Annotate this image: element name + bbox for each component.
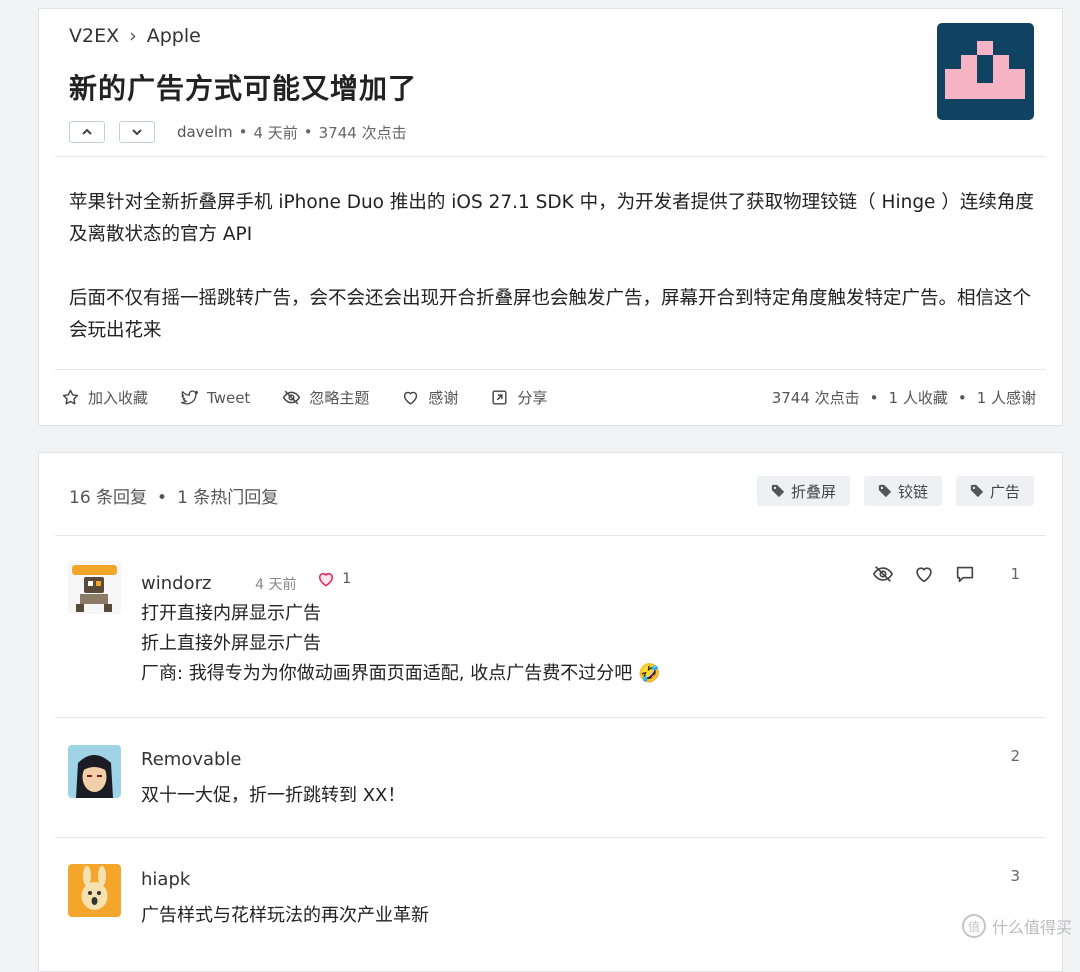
breadcrumb: V2EX › Apple [69,25,201,47]
hot-reply-count: 1 条热门回复 [177,488,279,508]
like-count: 1 [342,571,352,587]
reply-content: 打开直接内屏显示广告 折上直接外屏显示广告 厂商: 我得专为为你做动画界面页面适… [141,599,660,689]
breadcrumb-site-link[interactable]: V2EX [69,25,119,47]
reply-like-count: 1 [316,569,351,589]
topic-author-link[interactable]: davelm [177,123,233,141]
reply-line: 折上直接外屏显示广告 [141,633,321,654]
tweet-label: Tweet [207,388,251,407]
crown-logo-icon [945,41,1025,99]
smzdm-logo-icon: 值 [961,914,986,938]
tag-icon [970,484,984,498]
topic-stats: 3744 次点击 • 1 人收藏 • 1 人感谢 [771,389,1036,407]
topic-box: V2EX › Apple 新的广告方式可能又增加了 davelm • 4 天前 • … [38,8,1063,426]
tag-ads[interactable]: 广告 [955,476,1034,506]
topic-actions: 加入收藏 Tweet 忽略主题 感谢 分享 3744 次点击 • 1 人收藏 • 1 人… [61,387,1036,408]
favorite-button[interactable]: 加入收藏 [61,387,148,408]
tag-icon [771,484,785,498]
chevron-down-icon [132,129,142,136]
star-icon [62,389,79,405]
eye-slash-icon [283,390,301,405]
ignore-topic-button[interactable]: 忽略主题 [282,387,369,408]
tag-icon [878,484,892,498]
topic-title: 新的广告方式可能又增加了 [69,72,418,105]
heart-icon [404,391,418,405]
downvote-button[interactable] [119,121,155,143]
tag-foldable[interactable]: 折叠屏 [756,476,850,506]
reply-time: 4 天前 [255,577,297,593]
reply-line: 厂商: 我得专为为你做动画界面页面适配, 收点广告费不过分吧 🤣 [141,663,661,684]
topic-clicks: 3744 次点击 [318,123,407,142]
heart-filled-icon [319,573,334,587]
meta-dot: • [238,123,248,141]
ignore-topic-label: 忽略主题 [309,389,370,407]
robot-avatar-icon [68,561,121,614]
thanks-label: 感谢 [428,389,459,407]
reply-line: 打开直接内屏显示广告 [141,603,321,624]
reply-line: 广告样式与花样玩法的再次产业革新 [141,905,429,926]
node-avatar[interactable] [937,23,1034,120]
thanks-button[interactable]: 感谢 [401,387,458,408]
reply-number: 1 [1010,565,1020,583]
divider [55,369,1046,370]
reply-tools [853,563,976,585]
meta-dot: • [303,123,313,141]
tag-hinge[interactable]: 铰链 [863,476,942,506]
topic-time: 4 天前 [253,123,298,142]
stats-favorites: 1 人收藏 [888,389,948,407]
share-label: 分享 [517,389,548,407]
content-paragraph: 苹果针对全新折叠屏手机 iPhone Duo 推出的 iOS 27.1 SDK … [69,192,1034,245]
anime-character-avatar-icon [68,745,121,798]
twitter-bird-icon [180,390,199,405]
reply-username-link[interactable]: Removable [141,749,242,770]
avatar[interactable] [68,745,121,798]
reply-item: Removable 2 双十一大促，折一折跳转到 XX！ [55,717,1046,837]
stats-thanks: 1 人感谢 [976,389,1036,407]
replies-box: 16 条回复 • 1 条热门回复 折叠屏 铰链 广告 windorz 4 天前 … [38,452,1063,972]
topic-meta: davelm • 4 天前 • 3744 次点击 [69,121,407,143]
breadcrumb-separator: › [129,25,137,47]
favorite-label: 加入收藏 [88,389,149,407]
reply-count-header: 16 条回复 • 1 条热门回复 [69,488,279,508]
reply-username-link[interactable]: windorz [141,573,211,594]
reply-count: 16 条回复 [69,488,148,508]
reply-number: 3 [1010,867,1020,885]
tweet-button[interactable]: Tweet [180,388,250,407]
share-arrow-icon [492,390,507,405]
thank-reply-heart-icon[interactable] [913,563,935,585]
watermark-text: 什么值得买 [991,918,1072,937]
upvote-button[interactable] [69,121,105,143]
share-button[interactable]: 分享 [490,387,547,408]
reply-item: hiapk 3 广告样式与花样玩法的再次产业革新 [55,837,1046,957]
tag-label: 广告 [989,482,1020,501]
stats-clicks: 3744 次点击 [771,389,860,407]
watermark: 值 什么值得买 [961,914,1072,938]
breadcrumb-node-link[interactable]: Apple [147,25,201,47]
chevron-up-icon [82,128,92,135]
content-paragraph: 后面不仅有摇一摇跳转广告，会不会还会出现开合折叠屏也会触发广告，屏幕开合到特定角… [69,288,1032,341]
tag-list: 折叠屏 铰链 广告 [743,476,1034,506]
reply-line: 双十一大促，折一折跳转到 XX！ [141,785,406,806]
cartoon-rabbit-avatar-icon [68,864,121,917]
reply-username-link[interactable]: hiapk [141,869,190,890]
reply-item: windorz 4 天前 1 1 打开直接内屏显示广告 折上直接外屏显示广告 厂… [55,535,1046,717]
reply-comment-icon[interactable] [954,563,976,585]
avatar[interactable] [68,561,121,614]
avatar[interactable] [68,864,121,917]
reply-number: 2 [1010,747,1020,765]
topic-content: 苹果针对全新折叠屏手机 iPhone Duo 推出的 iOS 27.1 SDK … [69,187,1034,379]
ignore-reply-eye-slash-icon[interactable] [872,563,894,585]
divider [55,156,1046,157]
reply-content: 广告样式与花样玩法的再次产业革新 [141,901,429,931]
tag-label: 铰链 [897,482,928,501]
reply-content: 双十一大促，折一折跳转到 XX！ [141,781,405,811]
tag-label: 折叠屏 [790,482,836,501]
